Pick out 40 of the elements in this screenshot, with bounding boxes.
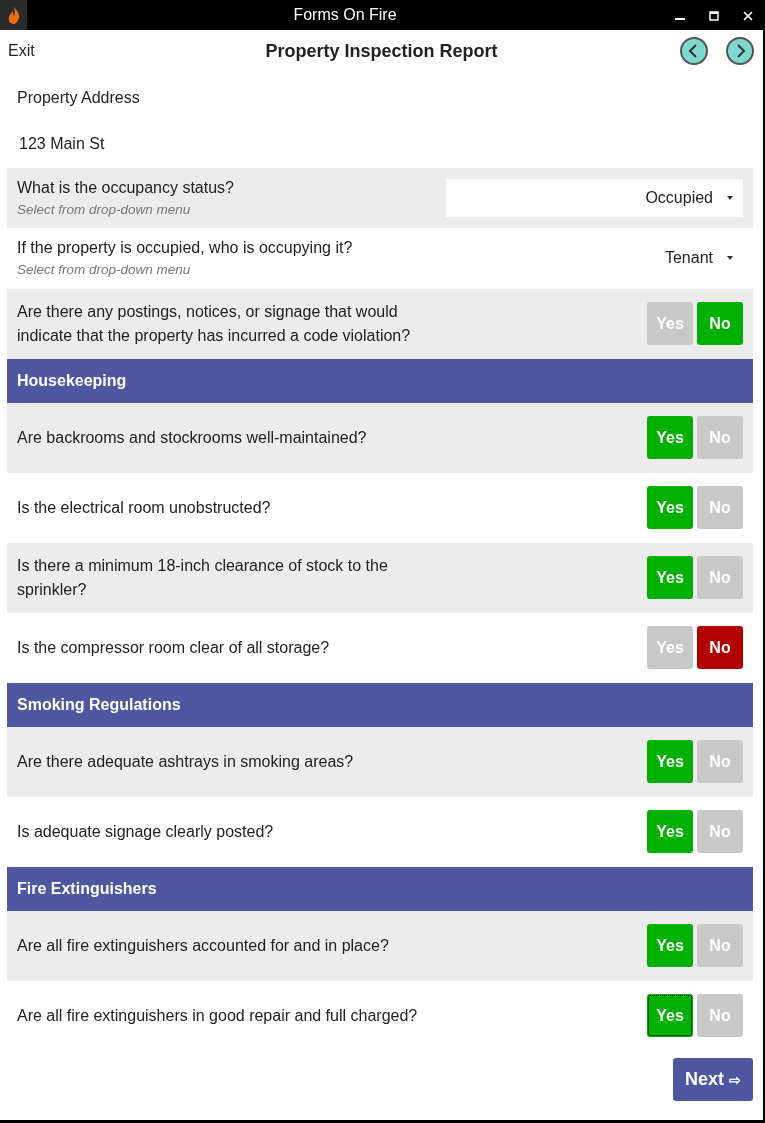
previous-icon[interactable] bbox=[679, 36, 709, 66]
question-text: Is the compressor room clear of all storage? bbox=[17, 637, 331, 658]
question-text: Is there a minimum 18-inch clearance of stock to the sprinkler? bbox=[17, 555, 389, 600]
caret-icon bbox=[727, 256, 733, 261]
dropdown-field[interactable]: Occupied bbox=[446, 179, 743, 218]
maximize-icon[interactable] bbox=[709, 11, 719, 22]
question-text: Are there any postings, notices, or signage that would indicate that the property has incurred a code violation? bbox=[17, 301, 412, 346]
yes-button[interactable]: Yes bbox=[647, 416, 693, 459]
section-title: Fire Extinguishers bbox=[17, 878, 157, 899]
window-title: Forms On Fire bbox=[293, 6, 397, 23]
section-title: Housekeeping bbox=[17, 370, 127, 391]
next-icon[interactable] bbox=[725, 36, 755, 66]
yes-button[interactable]: Yes bbox=[647, 556, 693, 599]
flame-icon bbox=[7, 6, 20, 24]
question-text: Are backrooms and stockrooms well-maintained? bbox=[17, 427, 368, 448]
page-title: Property Inspection Report bbox=[265, 40, 498, 61]
dropdown-field[interactable]: Tenant bbox=[654, 240, 743, 277]
question-text: Are there adequate ashtrays in smoking areas? bbox=[17, 751, 355, 772]
question-text: If the property is occupied, who is occupying it? bbox=[17, 238, 354, 259]
yes-button[interactable]: Yes bbox=[647, 810, 693, 853]
exit-link[interactable]: Exit bbox=[8, 39, 128, 63]
close-icon[interactable] bbox=[743, 11, 753, 22]
section-title: Smoking Regulations bbox=[17, 694, 181, 715]
yes-button[interactable]: Yes bbox=[647, 486, 693, 529]
yes-button[interactable]: Yes bbox=[647, 740, 693, 783]
no-button[interactable]: No bbox=[697, 302, 743, 345]
question-text: Are all fire extinguishers in good repair and full charged? bbox=[17, 1005, 419, 1026]
question-text: Is the electrical room unobstructed? bbox=[17, 497, 272, 518]
question-text: Are all fire extinguishers accounted for and in place? bbox=[17, 935, 390, 956]
field-value: 123 Main St bbox=[19, 135, 105, 152]
no-button[interactable]: No bbox=[697, 626, 743, 669]
yes-button[interactable]: Yes bbox=[647, 924, 693, 967]
field-label: Property Address bbox=[17, 89, 140, 106]
question-text: What is the occupancy status? bbox=[17, 178, 235, 198]
hint-text: Select from drop-down menu bbox=[17, 201, 192, 219]
yes-button[interactable]: Yes bbox=[647, 994, 693, 1037]
caret-icon bbox=[727, 196, 733, 200]
next-button[interactable]: Next ⇨ bbox=[673, 1057, 753, 1101]
question-text: Is adequate signage clearly posted? bbox=[17, 821, 275, 842]
hint-text: Select from drop-down menu bbox=[17, 261, 192, 280]
